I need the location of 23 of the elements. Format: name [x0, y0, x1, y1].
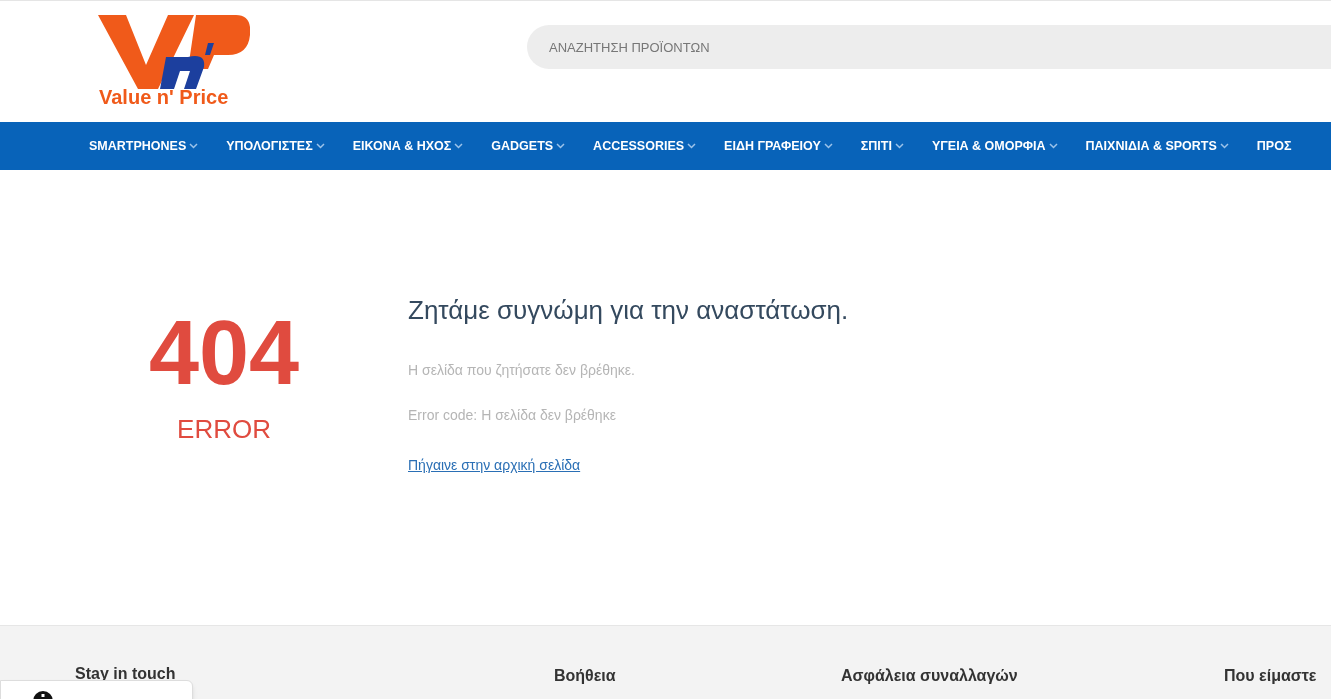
search-field[interactable]: ΑΝΑΖΗΤΗΣΗ ΠΡΟΪΟΝΤΩΝ	[527, 25, 1331, 69]
nav-item[interactable]: ΕΙΚΟΝΑ & ΗΧΟΣ	[352, 136, 464, 156]
nav-item[interactable]: ΥΠΟΛΟΓΙΣΤΕΣ	[226, 136, 325, 156]
footer-heading: Ασφάλεια συναλλαγών	[841, 668, 1019, 684]
nav-item[interactable]: ΕΙΔΗ ΓΡΑΦΕΙΟΥ	[724, 136, 833, 156]
nav-item[interactable]: GADGETS	[491, 136, 566, 156]
error-message: Error code: Η σελίδα δεν βρέθηκε	[408, 408, 617, 422]
error-label: ERROR	[177, 416, 271, 442]
nav-item[interactable]: SMARTPHONES	[89, 136, 199, 156]
error-message: Η σελίδα που ζητήσατε δεν βρέθηκε.	[408, 363, 635, 377]
home-link[interactable]: Πήγαινε στην αρχική σελίδα	[408, 455, 581, 476]
footer-heading: Βοήθεια	[554, 668, 617, 684]
nav-item[interactable]: ΠΑΙΧΝΙΔΙΑ & SPORTS	[1085, 136, 1229, 156]
logo-icon	[96, 13, 250, 89]
error-code: 404	[148, 308, 300, 398]
footer-heading: Που είμαστε	[1224, 668, 1318, 684]
nav-item[interactable]: ΣΠΙΤΙ	[860, 136, 904, 156]
logo-text: Value n' Price	[99, 87, 229, 107]
nav-item[interactable]: ΥΓΕΙΑ & ΟΜΟΡΦΙΑ	[931, 136, 1058, 156]
error-heading: Ζητάμε συγνώμη για την αναστάτωση.	[408, 297, 849, 323]
footer-heading: Stay in touch	[75, 666, 177, 682]
nav-item[interactable]: ΠΡΟΣ	[1256, 136, 1292, 156]
nav-item[interactable]: ACCESSORIES	[593, 136, 697, 156]
